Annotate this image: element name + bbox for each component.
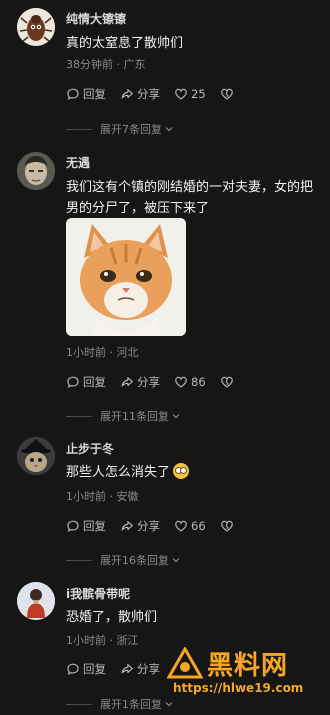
heart-icon xyxy=(175,88,187,100)
watermark: 黑料网 https://hlwe19.com xyxy=(167,645,327,700)
share-label: 分享 xyxy=(137,87,160,101)
reply-label: 回复 xyxy=(83,519,106,533)
share-label: 分享 xyxy=(137,375,160,389)
chevron-down-icon xyxy=(165,127,173,132)
chevron-down-icon xyxy=(165,702,173,707)
heart-icon xyxy=(175,376,187,388)
like-button[interactable]: 86 xyxy=(174,375,206,389)
share-button[interactable]: 分享 xyxy=(120,374,160,390)
chevron-down-icon xyxy=(172,414,180,419)
broken-heart-icon xyxy=(220,520,233,532)
cat-wizard-avatar-icon xyxy=(17,437,55,475)
reply-label: 回复 xyxy=(83,87,106,101)
reply-button[interactable]: 回复 xyxy=(66,661,106,677)
expand-label: 展开16条回复 xyxy=(100,554,169,567)
username[interactable]: i我髌骨带呢 xyxy=(66,585,130,602)
comment-actions: 回复 分享 86 xyxy=(66,374,234,390)
avatar[interactable] xyxy=(17,8,55,46)
expand-replies[interactable]: 展开7条回复 xyxy=(66,121,174,137)
comment-text: 真的太窒息了散帅们 xyxy=(66,36,184,51)
share-icon xyxy=(121,89,133,99)
reply-label: 回复 xyxy=(83,375,106,389)
expand-label: 展开11条回复 xyxy=(100,410,169,423)
broken-heart-icon xyxy=(220,88,233,100)
avatar[interactable] xyxy=(17,152,55,190)
reply-button[interactable]: 回复 xyxy=(66,86,106,102)
comment-meta: 38分钟前 · 广东 xyxy=(66,58,146,71)
divider xyxy=(66,128,92,130)
expand-label: 展开1条回复 xyxy=(100,698,162,711)
comment-text: 恐婚了，散帅们 xyxy=(66,610,158,625)
comment-meta: 1小时前 · 河北 xyxy=(66,346,139,359)
comment-text-content: 那些人怎么消失了 xyxy=(66,465,171,480)
share-button[interactable]: 分享 xyxy=(120,661,160,677)
watermark-url: https://hlwe19.com xyxy=(173,681,304,695)
share-label: 分享 xyxy=(137,662,160,676)
share-button[interactable]: 分享 xyxy=(120,86,160,102)
cockroach-avatar-icon xyxy=(17,8,55,46)
divider xyxy=(66,415,92,417)
avatar[interactable] xyxy=(17,437,55,475)
share-icon xyxy=(121,521,133,531)
broken-heart-icon xyxy=(220,376,233,388)
reply-button[interactable]: 回复 xyxy=(66,374,106,390)
expand-label: 展开7条回复 xyxy=(100,123,162,136)
chevron-down-icon xyxy=(172,558,180,563)
reply-label: 回复 xyxy=(83,662,106,676)
share-icon xyxy=(121,377,133,387)
share-icon xyxy=(121,664,133,674)
cat-meme-image[interactable] xyxy=(66,218,186,336)
reply-button[interactable]: 回复 xyxy=(66,518,106,534)
comment-text: 我们这有个镇的刚结婚的一对夫妻，女的把男的分尸了，被压下来了 xyxy=(66,180,314,216)
share-button[interactable]: 分享 xyxy=(120,518,160,534)
watermark-logo-icon xyxy=(167,647,203,679)
like-count: 86 xyxy=(191,375,206,389)
like-count: 25 xyxy=(191,87,206,101)
reply-icon xyxy=(67,376,79,388)
dislike-button[interactable] xyxy=(220,375,234,389)
comment-actions: 回复 分享 66 xyxy=(66,518,234,534)
dislike-button[interactable] xyxy=(220,519,234,533)
watermark-title: 黑料网 xyxy=(207,651,289,681)
comment-meta: 1小时前 · 安徽 xyxy=(66,490,139,503)
divider xyxy=(66,703,92,705)
reply-icon xyxy=(67,520,79,532)
cat-icon xyxy=(66,218,186,336)
man-portrait-avatar-icon xyxy=(17,152,55,190)
reply-icon xyxy=(67,88,79,100)
username[interactable]: 无遇 xyxy=(66,154,90,171)
expand-replies[interactable]: 展开1条回复 xyxy=(66,696,174,712)
expand-replies[interactable]: 展开11条回复 xyxy=(66,408,181,424)
comment-text: 那些人怎么消失了 xyxy=(66,462,316,483)
comment-meta: 1小时前 · 浙江 xyxy=(66,634,139,647)
like-button[interactable]: 25 xyxy=(174,87,206,101)
divider xyxy=(66,559,92,561)
comment-actions: 回复 分享 xyxy=(66,661,160,677)
expand-replies[interactable]: 展开16条回复 xyxy=(66,552,181,568)
person-avatar-icon xyxy=(17,582,55,620)
username[interactable]: 纯情大镲镲 xyxy=(66,10,126,27)
share-label: 分享 xyxy=(137,519,160,533)
like-button[interactable]: 66 xyxy=(174,519,206,533)
dizzy-face-emoji-icon xyxy=(173,463,190,479)
comment-actions: 回复 分享 25 xyxy=(66,86,234,102)
like-count: 66 xyxy=(191,519,206,533)
reply-icon xyxy=(67,663,79,675)
avatar[interactable] xyxy=(17,582,55,620)
dislike-button[interactable] xyxy=(220,87,234,101)
heart-icon xyxy=(175,520,187,532)
username[interactable]: 止步于冬 xyxy=(66,440,114,457)
